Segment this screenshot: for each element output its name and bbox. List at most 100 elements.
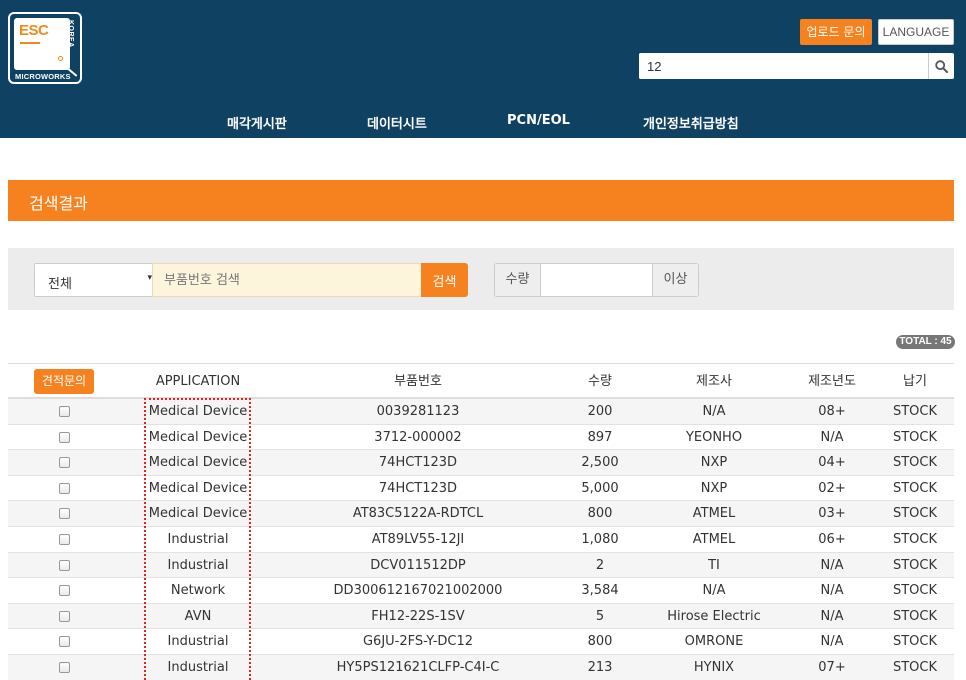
- cell-part-number[interactable]: DCV011512DP: [294, 553, 542, 578]
- table-row[interactable]: Industrial G6JU-2FS-Y-DC12 800 OMRONE N/…: [8, 629, 954, 655]
- column-header-delivery[interactable]: 납기: [870, 364, 960, 399]
- site-header: ESC KOREA MICROWORKS 업로드 문의 LANGUAGE 매각게…: [0, 0, 966, 138]
- cell-application: Industrial: [167, 557, 229, 573]
- quantity-filter: 수량 이상: [494, 263, 699, 297]
- cell-quantity: 800: [587, 506, 613, 522]
- row-checkbox[interactable]: [59, 431, 70, 443]
- table-row[interactable]: Medical Device 0039281123 200 N/A 08+ ST…: [8, 399, 954, 425]
- quote-inquiry-button[interactable]: 견적문의: [34, 369, 94, 394]
- results-table: 견적문의 APPLICATION 부품번호 수량 제조사 제조년도 납기 Med…: [8, 363, 954, 680]
- table-row[interactable]: Medical Device 74HCT123D 5,000 NXP 02+ S…: [8, 476, 954, 502]
- cell-manufacturer: N/A: [702, 583, 726, 599]
- nav-item-privacy-policy[interactable]: 개인정보취급방침: [643, 113, 739, 132]
- table-row[interactable]: Network DD300612167021002000 3,584 N/A N…: [8, 578, 954, 604]
- search-icon: [935, 59, 948, 73]
- column-header-year[interactable]: 제조년도: [782, 364, 882, 399]
- cell-year: 03+: [818, 506, 846, 522]
- row-checkbox[interactable]: [59, 406, 70, 417]
- row-checkbox[interactable]: [59, 533, 70, 545]
- row-checkbox[interactable]: [59, 508, 70, 520]
- cell-quantity: 2,500: [581, 455, 619, 471]
- cell-quantity: 897: [587, 429, 613, 445]
- cell-year: 07+: [818, 659, 846, 675]
- cell-application: Industrial: [167, 531, 229, 547]
- cell-manufacturer: N/A: [702, 404, 726, 419]
- cell-year: N/A: [820, 583, 844, 599]
- row-checkbox[interactable]: [59, 636, 70, 648]
- cell-part-number[interactable]: AT89LV55-12JI: [294, 527, 542, 552]
- category-select[interactable]: 전체 ▾: [34, 263, 153, 297]
- nav-item-pcn-eol[interactable]: PCN/EOL: [507, 113, 570, 128]
- row-checkbox[interactable]: [59, 610, 70, 622]
- header-search-button[interactable]: [928, 53, 954, 79]
- table-row[interactable]: Medical Device 3712-000002 897 YEONHO N/…: [8, 425, 954, 451]
- column-header-manufacturer[interactable]: 제조사: [649, 364, 779, 399]
- part-number-search-input[interactable]: [152, 263, 422, 297]
- cell-delivery: STOCK: [892, 583, 938, 599]
- table-row[interactable]: Industrial AT89LV55-12JI 1,080 ATMEL 06+…: [8, 527, 954, 553]
- cell-application: Medical Device: [148, 429, 248, 445]
- quantity-label: 수량: [495, 264, 541, 296]
- cell-quantity: 800: [587, 634, 613, 650]
- table-row[interactable]: Medical Device AT83C5122A-RDTCL 800 ATME…: [8, 501, 954, 527]
- category-select-value: 전체: [48, 277, 72, 292]
- logo-microworks-text: MICROWORKS: [15, 72, 71, 81]
- table-row[interactable]: Medical Device 74HCT123D 2,500 NXP 04+ S…: [8, 450, 954, 476]
- row-checkbox[interactable]: [59, 457, 70, 469]
- cell-part-number[interactable]: FH12-22S-1SV: [294, 604, 542, 629]
- cell-year: 02+: [818, 480, 846, 496]
- cell-manufacturer: ATMEL: [692, 531, 736, 547]
- column-header-application[interactable]: APPLICATION: [144, 364, 252, 399]
- table-row[interactable]: Industrial HY5PS121621CLFP-C4I-C 213 HYN…: [8, 654, 954, 680]
- cell-part-number[interactable]: DD300612167021002000: [294, 578, 542, 603]
- cell-year: N/A: [820, 429, 844, 445]
- cell-year: 08+: [818, 404, 846, 419]
- table-row[interactable]: AVN FH12-22S-1SV 5 Hirose Electric N/A S…: [8, 603, 954, 630]
- row-checkbox[interactable]: [59, 661, 70, 673]
- cell-part-number[interactable]: HY5PS121621CLFP-C4I-C: [294, 655, 542, 680]
- cell-application: Network: [170, 583, 226, 599]
- column-header-part-number[interactable]: 부품번호: [294, 364, 542, 399]
- upload-inquiry-button[interactable]: 업로드 문의: [800, 19, 872, 45]
- column-header-quantity[interactable]: 수량: [556, 364, 644, 399]
- cell-part-number[interactable]: 3712-000002: [294, 425, 542, 450]
- cell-quantity: 3,584: [581, 583, 619, 599]
- table-header: 견적문의 APPLICATION 부품번호 수량 제조사 제조년도 납기: [8, 364, 954, 399]
- row-checkbox[interactable]: [59, 482, 70, 494]
- cell-year: N/A: [820, 608, 844, 624]
- cell-delivery: STOCK: [892, 506, 938, 522]
- row-checkbox[interactable]: [59, 559, 70, 571]
- cell-manufacturer: NXP: [700, 455, 728, 471]
- header-search-input[interactable]: [639, 53, 928, 79]
- logo-korea-text: KOREA: [67, 20, 74, 48]
- cell-delivery: STOCK: [892, 404, 938, 419]
- cell-year: N/A: [820, 634, 844, 650]
- nav-item-sales-board[interactable]: 매각게시판: [227, 113, 287, 132]
- cell-delivery: STOCK: [892, 659, 938, 675]
- cell-part-number[interactable]: 0039281123: [294, 399, 542, 424]
- cell-part-number[interactable]: 74HCT123D: [294, 450, 542, 475]
- search-results-bar: 검색결과: [8, 180, 954, 221]
- quantity-input[interactable]: [541, 264, 652, 296]
- filter-panel: 전체 ▾ 검색 수량 이상: [8, 248, 954, 310]
- cell-quantity: 5,000: [581, 480, 619, 496]
- row-checkbox[interactable]: [59, 585, 70, 597]
- cell-part-number[interactable]: G6JU-2FS-Y-DC12: [294, 629, 542, 654]
- cell-delivery: STOCK: [892, 480, 938, 496]
- cell-delivery: STOCK: [892, 557, 938, 573]
- cell-manufacturer: YEONHO: [685, 429, 743, 445]
- search-button[interactable]: 검색: [421, 263, 468, 297]
- cell-manufacturer: TI: [708, 557, 720, 573]
- cell-part-number[interactable]: AT83C5122A-RDTCL: [294, 501, 542, 526]
- nav-item-datasheet[interactable]: 데이터시트: [367, 113, 427, 132]
- cell-year: 04+: [818, 455, 846, 471]
- cell-quantity: 2: [595, 557, 605, 573]
- page-title: 검색결과: [29, 194, 88, 213]
- cell-quantity: 1,080: [581, 531, 619, 547]
- quantity-suffix: 이상: [652, 264, 698, 296]
- esc-microworks-logo[interactable]: ESC KOREA MICROWORKS: [8, 12, 82, 84]
- cell-part-number[interactable]: 74HCT123D: [294, 476, 542, 501]
- table-row[interactable]: Industrial DCV011512DP 2 TI N/A STOCK: [8, 552, 954, 579]
- cell-application: Industrial: [167, 659, 229, 675]
- language-button[interactable]: LANGUAGE: [878, 19, 954, 45]
